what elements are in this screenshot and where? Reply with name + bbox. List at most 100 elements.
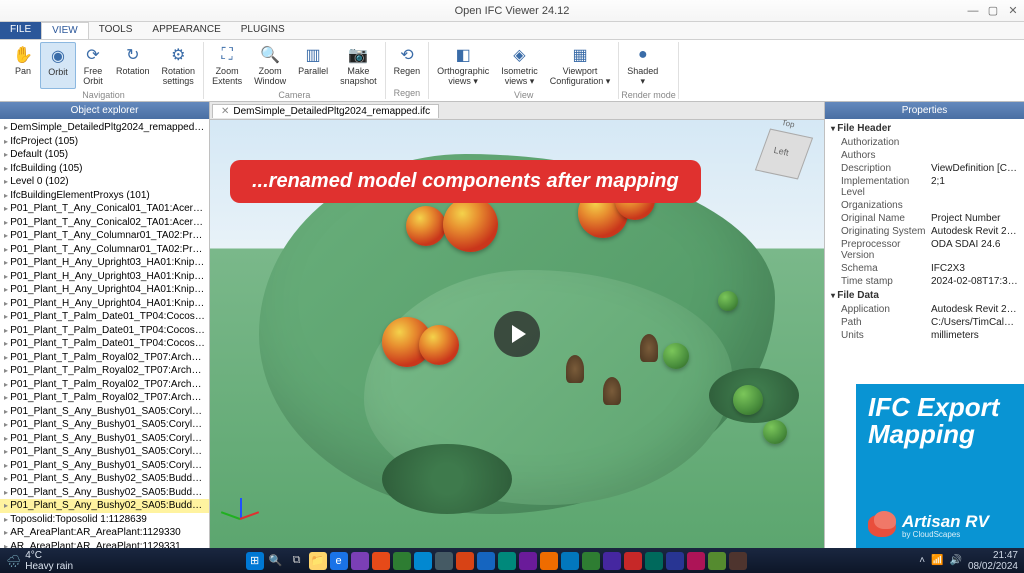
tree-node[interactable]: Default (105) bbox=[0, 148, 209, 162]
tree-node[interactable]: IfcBuilding (105) bbox=[0, 162, 209, 176]
ribbon: ✋Pan ◉Orbit ⟳Free Orbit ↻Rotation ⚙Rotat… bbox=[0, 40, 1024, 102]
parallel-button[interactable]: ▥Parallel bbox=[292, 42, 334, 89]
wifi-icon[interactable]: 📶 bbox=[931, 555, 943, 566]
app13-icon[interactable] bbox=[603, 552, 621, 570]
tree-node[interactable]: P01_Plant_S_Any_Bushy02_SA05:Buddeia fal… bbox=[0, 472, 209, 486]
rotation-settings-button[interactable]: ⚙Rotation settings bbox=[156, 42, 202, 89]
tree-node[interactable]: Toposolid:Toposolid 1:1128639 bbox=[0, 513, 209, 527]
tab-file[interactable]: FILE bbox=[0, 22, 41, 39]
tree-node[interactable]: P01_Plant_S_Any_Bushy02_SA05:Buddeia fal… bbox=[0, 499, 209, 513]
tree-node[interactable]: P01_Plant_H_Any_Upright03_HA01:Kniphofia… bbox=[0, 270, 209, 284]
tree-node[interactable]: P01_Plant_T_Palm_Date01_TP04:Cocos nucif… bbox=[0, 310, 209, 324]
zoom-extents-button[interactable]: ⛶Zoom Extents bbox=[206, 42, 248, 89]
app10-icon[interactable] bbox=[540, 552, 558, 570]
system-tray[interactable]: ˄ 📶 🔊 21:47 08/02/2024 bbox=[919, 550, 1018, 572]
tree-node[interactable]: P01_Plant_T_Any_Conical02_TA01:Acer plat… bbox=[0, 216, 209, 230]
object-explorer-panel: Object explorer DemSimple_DetailedPltg20… bbox=[0, 102, 210, 548]
snapshot-button[interactable]: 📷Make snapshot bbox=[334, 42, 383, 89]
view-cube[interactable] bbox=[762, 132, 812, 182]
tree-node[interactable]: Level 0 (102) bbox=[0, 175, 209, 189]
tree-node[interactable]: AR_AreaPlant:AR_AreaPlant:1129330 bbox=[0, 526, 209, 540]
clock-date: 08/02/2024 bbox=[968, 561, 1018, 572]
volume-icon[interactable]: 🔊 bbox=[949, 555, 961, 566]
tree-node[interactable]: P01_Plant_H_Any_Upright03_HA01:Kniphofia… bbox=[0, 256, 209, 270]
tree-node[interactable]: P01_Plant_T_Palm_Royal02_TP07:Archontoph… bbox=[0, 378, 209, 392]
tree-node[interactable]: P01_Plant_T_Palm_Royal02_TP07:Archontoph… bbox=[0, 364, 209, 378]
pan-button[interactable]: ✋Pan bbox=[6, 42, 40, 89]
app18-icon[interactable] bbox=[708, 552, 726, 570]
tree-node[interactable]: P01_Plant_T_Palm_Royal02_TP07:Archontoph… bbox=[0, 391, 209, 405]
search-icon[interactable]: 🔍 bbox=[267, 552, 285, 570]
app9-icon[interactable] bbox=[519, 552, 537, 570]
orbit-button[interactable]: ◉Orbit bbox=[40, 42, 76, 89]
tree-node[interactable]: P01_Plant_T_Any_Columnar01_TA02:Prunus a… bbox=[0, 243, 209, 257]
pan-icon: ✋ bbox=[12, 44, 34, 66]
zoom-extents-icon: ⛶ bbox=[216, 44, 238, 66]
taskview-icon[interactable]: ⧉ bbox=[288, 552, 306, 570]
tree-node[interactable]: P01_Plant_S_Any_Bushy01_SA05:Corylus col… bbox=[0, 405, 209, 419]
tree-node[interactable]: P01_Plant_T_Palm_Date01_TP04:Cocos nucif… bbox=[0, 337, 209, 351]
app16-icon[interactable] bbox=[666, 552, 684, 570]
maximize-icon[interactable]: ▢ bbox=[986, 4, 1000, 18]
tab-plugins[interactable]: PLUGINS bbox=[231, 22, 295, 39]
tree-node[interactable]: P01_Plant_H_Any_Upright04_HA01:Kniphofia… bbox=[0, 297, 209, 311]
play-button[interactable] bbox=[494, 311, 540, 357]
app1-icon[interactable] bbox=[351, 552, 369, 570]
shaded-button[interactable]: ●Shaded ▾ bbox=[621, 42, 664, 89]
tree-node[interactable]: IfcProject (105) bbox=[0, 135, 209, 149]
app19-icon[interactable] bbox=[729, 552, 747, 570]
app8-icon[interactable] bbox=[498, 552, 516, 570]
tree-node[interactable]: AR_AreaPlant:AR_AreaPlant:1129331 bbox=[0, 540, 209, 549]
tab-tools[interactable]: TOOLS bbox=[89, 22, 143, 39]
prop-group[interactable]: File Data bbox=[827, 288, 1022, 303]
free-orbit-button[interactable]: ⟳Free Orbit bbox=[76, 42, 110, 89]
prop-group[interactable]: File Header bbox=[827, 121, 1022, 136]
regen-button[interactable]: ⟲Regen bbox=[388, 42, 427, 87]
tree-node[interactable]: P01_Plant_S_Any_Bushy01_SA05:Corylus col… bbox=[0, 418, 209, 432]
tab-appearance[interactable]: APPEARANCE bbox=[142, 22, 230, 39]
weather-widget[interactable]: 🌧 4°C Heavy rain bbox=[6, 550, 73, 572]
app2-icon[interactable] bbox=[372, 552, 390, 570]
iso-views-button[interactable]: ◈Isometric views ▾ bbox=[495, 42, 544, 89]
chevron-up-icon[interactable]: ˄ bbox=[919, 555, 925, 566]
object-explorer-title: Object explorer bbox=[0, 102, 209, 119]
close-icon[interactable]: ✕ bbox=[1006, 4, 1020, 18]
app6-icon[interactable] bbox=[456, 552, 474, 570]
tree-node[interactable]: P01_Plant_H_Any_Upright04_HA01:Kniphofia… bbox=[0, 283, 209, 297]
viewport-config-button[interactable]: ▦Viewport Configuration ▾ bbox=[544, 42, 617, 89]
app4-icon[interactable] bbox=[414, 552, 432, 570]
zoom-window-button[interactable]: 🔍Zoom Window bbox=[248, 42, 292, 89]
app7-icon[interactable] bbox=[477, 552, 495, 570]
tree-node[interactable]: P01_Plant_T_Palm_Royal02_TP07:Archontoph… bbox=[0, 351, 209, 365]
tree-node[interactable]: P01_Plant_T_Any_Columnar01_TA02:Prunus a… bbox=[0, 229, 209, 243]
tree-node[interactable]: IfcBuildingElementProxys (101) bbox=[0, 189, 209, 203]
app17-icon[interactable] bbox=[687, 552, 705, 570]
ortho-views-button[interactable]: ◧Orthographic views ▾ bbox=[431, 42, 495, 89]
explorer-icon[interactable]: 📁 bbox=[309, 552, 327, 570]
rotation-button[interactable]: ↻Rotation bbox=[110, 42, 156, 89]
taskbar[interactable]: 🌧 4°C Heavy rain ⊞ 🔍 ⧉ 📁 e ˄ 📶 🔊 bbox=[0, 548, 1024, 573]
app14-icon[interactable] bbox=[624, 552, 642, 570]
minimize-icon[interactable]: — bbox=[966, 4, 980, 18]
tree-node[interactable]: P01_Plant_S_Any_Bushy01_SA05:Corylus col… bbox=[0, 445, 209, 459]
prop-row: Organizations bbox=[827, 199, 1022, 212]
tree-node[interactable]: P01_Plant_T_Palm_Date01_TP04:Cocos nucif… bbox=[0, 324, 209, 338]
tab-view[interactable]: VIEW bbox=[41, 22, 89, 39]
app12-icon[interactable] bbox=[582, 552, 600, 570]
tree-node[interactable]: P01_Plant_T_Any_Conical01_TA01:Acer plat… bbox=[0, 202, 209, 216]
prop-row: PathC:/Users/TimCalnan-CloudScape/OneDr bbox=[827, 316, 1022, 329]
object-tree[interactable]: DemSimple_DetailedPltg2024_remapped.ifcI… bbox=[0, 119, 209, 548]
app15-icon[interactable] bbox=[645, 552, 663, 570]
app5-icon[interactable] bbox=[435, 552, 453, 570]
tree-node[interactable]: P01_Plant_S_Any_Bushy02_SA05:Buddeia fal… bbox=[0, 486, 209, 500]
tree-node[interactable]: P01_Plant_S_Any_Bushy01_SA05:Corylus col… bbox=[0, 432, 209, 446]
tree-root[interactable]: DemSimple_DetailedPltg2024_remapped.ifc bbox=[0, 121, 209, 135]
app11-icon[interactable] bbox=[561, 552, 579, 570]
app3-icon[interactable] bbox=[393, 552, 411, 570]
prop-row: Unitsmillimeters bbox=[827, 329, 1022, 342]
edge-icon[interactable]: e bbox=[330, 552, 348, 570]
tab-close-icon[interactable]: ✕ bbox=[221, 106, 229, 117]
tree-node[interactable]: P01_Plant_S_Any_Bushy01_SA05:Corylus col… bbox=[0, 459, 209, 473]
view-tab[interactable]: ✕ DemSimple_DetailedPltg2024_remapped.if… bbox=[212, 104, 439, 118]
start-icon[interactable]: ⊞ bbox=[246, 552, 264, 570]
